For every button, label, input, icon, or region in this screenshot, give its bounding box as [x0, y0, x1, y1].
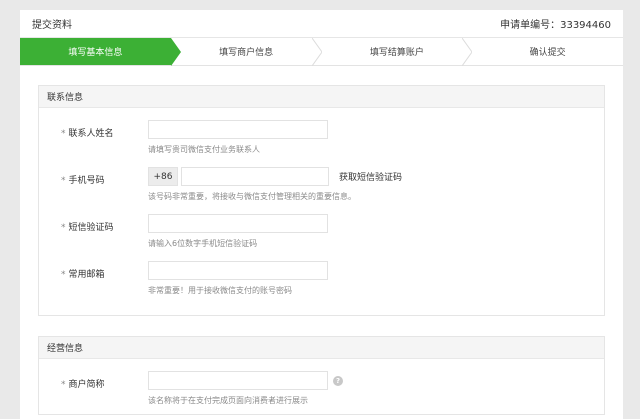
top-bar: 提交资料 申请单编号：33394460: [20, 10, 623, 38]
phone-input[interactable]: [181, 167, 329, 186]
step-label: 填写商户信息: [219, 48, 274, 58]
field-label: * 常用邮箱: [61, 270, 105, 280]
sms-code-input[interactable]: [148, 214, 328, 233]
step-label: 填写基本信息: [68, 48, 123, 58]
page-container: 提交资料 申请单编号：33394460 填写基本信息 填写商户信息 填写结算账户…: [20, 10, 623, 419]
application-number: 申请单编号：33394460: [500, 20, 611, 31]
contact-name-input[interactable]: [148, 120, 328, 139]
country-code-prefix: +86: [148, 167, 178, 186]
required-mark: *: [61, 176, 66, 186]
contact-info-section: 联系信息 * 联系人姓名 请填写贵司微信支付业务联系人 * 手机号码 +86 获取短…: [38, 85, 605, 316]
step-label: 确认提交: [529, 48, 566, 58]
field-hint: 该名称将于在支付完成页面向消费者进行展示: [148, 396, 308, 405]
step-progress: 填写基本信息 填写商户信息 填写结算账户 确认提交: [20, 38, 623, 66]
sms-code-row: * 短信验证码 请输入6位数字手机短信验证码: [39, 210, 604, 257]
get-sms-code-button[interactable]: 获取短信验证码: [333, 167, 409, 186]
required-mark: *: [61, 129, 66, 139]
field-label: * 手机号码: [61, 176, 105, 186]
step-label: 填写结算账户: [369, 48, 424, 58]
email-row: * 常用邮箱 非常重要！用于接收微信支付的账号密码: [39, 257, 604, 315]
section-title: 经营信息: [39, 337, 604, 359]
field-hint: 请填写贵司微信支付业务联系人: [148, 145, 260, 154]
contact-name-row: * 联系人姓名 请填写贵司微信支付业务联系人: [39, 116, 604, 163]
step-separator-icon: [462, 38, 473, 66]
section-title: 联系信息: [39, 86, 604, 108]
required-mark: *: [61, 223, 66, 233]
step-settlement-account[interactable]: 填写结算账户: [322, 38, 473, 66]
field-label: * 商户简称: [61, 380, 105, 390]
field-label: * 联系人姓名: [61, 129, 114, 139]
merchant-short-name-input[interactable]: [148, 371, 328, 390]
field-hint: 请输入6位数字手机短信验证码: [148, 239, 258, 248]
required-mark: *: [61, 270, 66, 280]
business-info-section: 经营信息 * 商户简称 ? 该名称将于在支付完成页面向消费者进行展示: [38, 336, 605, 415]
field-hint: 非常重要！用于接收微信支付的账号密码: [148, 286, 292, 295]
page-title: 提交资料: [32, 20, 72, 31]
field-hint: 该号码非常重要，将接收与微信支付管理相关的重要信息。: [148, 192, 356, 201]
step-confirm-submit[interactable]: 确认提交: [472, 38, 623, 65]
field-label: * 短信验证码: [61, 223, 114, 233]
merchant-short-name-row: * 商户简称 ? 该名称将于在支付完成页面向消费者进行展示: [39, 367, 604, 414]
help-icon[interactable]: ?: [333, 376, 343, 386]
step-separator-icon: [311, 38, 322, 66]
email-input[interactable]: [148, 261, 328, 280]
phone-row: * 手机号码 +86 获取短信验证码 该号码非常重要，将接收与微信支付管理相关的重…: [39, 163, 604, 210]
step-merchant-info[interactable]: 填写商户信息: [171, 38, 322, 66]
step-basic-info[interactable]: 填写基本信息: [20, 38, 181, 66]
required-mark: *: [61, 380, 66, 390]
